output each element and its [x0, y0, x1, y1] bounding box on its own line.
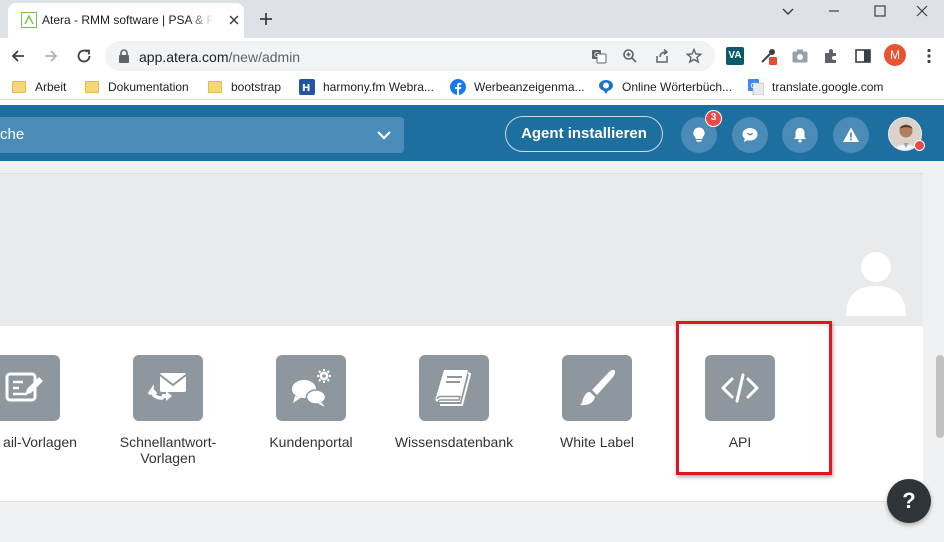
- alerts-button[interactable]: [833, 117, 869, 153]
- translate-page-icon[interactable]: G: [591, 48, 607, 64]
- tab-close-icon[interactable]: [226, 12, 242, 28]
- svg-text:H: H: [302, 83, 310, 94]
- company-profile-card: [0, 173, 923, 326]
- folder-icon: [207, 79, 223, 95]
- tile-knowledge-base[interactable]: Wissensdatenbank: [379, 355, 529, 475]
- folder-icon: [11, 79, 27, 95]
- user-status-dot: [914, 140, 925, 151]
- lock-icon[interactable]: [118, 49, 130, 63]
- tips-notification-badge: 3: [705, 110, 722, 127]
- tile-label: White Label: [560, 434, 634, 450]
- google-translate-icon: G: [748, 79, 764, 95]
- browser-toolbar: app.atera.com/new/admin G VA M: [0, 38, 944, 74]
- install-agent-button[interactable]: Agent installieren: [505, 116, 663, 152]
- tile-quick-reply-templates[interactable]: Schnellantwort- Vorlagen: [93, 355, 243, 475]
- chevron-down-icon[interactable]: [376, 128, 392, 142]
- tile-customer-portal[interactable]: Kundenportal: [236, 355, 386, 475]
- email-template-edit-icon: [5, 372, 43, 402]
- dictionary-icon: [599, 80, 613, 94]
- chat-bubble-icon: [742, 128, 758, 142]
- browser-tab-strip: Atera - RMM software | PSA & Remote Acce…: [0, 0, 944, 38]
- address-url[interactable]: app.atera.com/new/admin: [139, 49, 300, 65]
- customer-portal-icon: [292, 369, 331, 407]
- back-arrow-icon[interactable]: [9, 47, 27, 65]
- warning-triangle-icon: [843, 127, 859, 142]
- lightbulb-icon: [693, 127, 705, 142]
- tile-label: Wissensdatenbank: [394, 434, 514, 450]
- tile-icon-bg: [419, 355, 489, 421]
- quick-reply-icon: [148, 373, 187, 401]
- address-bar[interactable]: app.atera.com/new/admin G: [105, 41, 715, 71]
- extensions-puzzle-icon[interactable]: [822, 47, 840, 65]
- folder-icon: [84, 79, 100, 95]
- svg-text:G: G: [751, 82, 756, 90]
- forward-arrow-icon[interactable]: [42, 47, 60, 65]
- reload-icon[interactable]: [75, 47, 93, 65]
- tile-icon-bg: [276, 355, 346, 421]
- tile-icon-bg: [562, 355, 632, 421]
- tile-label: Kundenportal: [269, 434, 353, 450]
- va-extension-icon[interactable]: VA: [726, 47, 744, 65]
- browser-menu-icon[interactable]: [920, 47, 938, 65]
- bell-icon: [794, 128, 806, 143]
- atera-favicon-icon: [21, 12, 37, 28]
- camera-extension-icon[interactable]: [791, 47, 809, 65]
- share-icon[interactable]: [654, 48, 670, 64]
- tile-icon-bg: [133, 355, 203, 421]
- placeholder-user-icon: [846, 252, 906, 316]
- profile-avatar-icon[interactable]: M: [884, 44, 906, 66]
- notifications-button[interactable]: [782, 117, 818, 153]
- bookmarks-bar: Arbeit Dokumentation bootstrap H harmony…: [0, 74, 944, 100]
- knowledge-base-icon: [435, 370, 472, 406]
- browser-tab-atera[interactable]: Atera - RMM software | PSA & Remote Acce…: [8, 3, 244, 38]
- side-panel-icon[interactable]: [854, 47, 872, 65]
- window-close-icon[interactable]: [898, 0, 944, 28]
- window-maximize-icon[interactable]: [856, 0, 902, 28]
- help-button[interactable]: ?: [887, 479, 931, 523]
- svg-text:G: G: [594, 51, 599, 59]
- zoom-icon[interactable]: [622, 48, 638, 64]
- new-tab-plus-icon[interactable]: [258, 11, 274, 27]
- tab-search-chevron-icon[interactable]: [764, 0, 810, 28]
- page-scrollbar-thumb[interactable]: [936, 355, 944, 438]
- color-picker-extension-icon[interactable]: [759, 47, 777, 65]
- search-input-text[interactable]: che: [0, 126, 24, 143]
- bookmark-star-icon[interactable]: [686, 48, 702, 64]
- paint-brush-icon: [580, 369, 616, 406]
- window-minimize-icon[interactable]: [810, 0, 856, 28]
- app-header: che Agent installieren: [0, 105, 944, 161]
- tile-label: Schnellantwort- Vorlagen: [119, 434, 217, 466]
- chat-button[interactable]: [732, 117, 768, 153]
- harmony-icon: H: [299, 79, 315, 95]
- global-search-bar[interactable]: che: [0, 117, 404, 153]
- tab-title: Atera - RMM software | PSA & Remote Acce…: [42, 13, 214, 27]
- tile-white-label[interactable]: White Label: [522, 355, 672, 475]
- facebook-icon: [450, 79, 466, 95]
- api-highlight-box: [676, 321, 832, 475]
- tile-icon-bg: [0, 355, 60, 421]
